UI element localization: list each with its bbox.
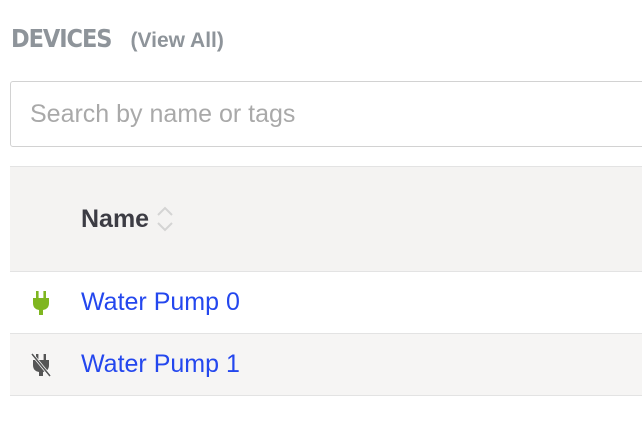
devices-header: DEVICES (View All): [11, 24, 224, 58]
device-link[interactable]: Water Pump 1: [81, 350, 240, 379]
devices-table: Name Water Pump 0 Water Pump 1: [10, 166, 642, 396]
device-link[interactable]: Water Pump 0: [81, 288, 240, 317]
column-header-name[interactable]: Name: [81, 204, 175, 234]
plug-connected-icon: [30, 289, 52, 317]
plug-disconnected-icon: [30, 351, 52, 379]
column-header-name-label: Name: [81, 204, 150, 233]
sort-up-down-icon[interactable]: [155, 204, 175, 234]
table-header: Name: [10, 166, 642, 272]
page-title: DEVICES: [11, 24, 112, 53]
view-all-link[interactable]: (View All): [131, 29, 224, 53]
search-input[interactable]: [10, 81, 642, 147]
table-row[interactable]: Water Pump 0: [10, 272, 642, 334]
table-row[interactable]: Water Pump 1: [10, 334, 642, 396]
